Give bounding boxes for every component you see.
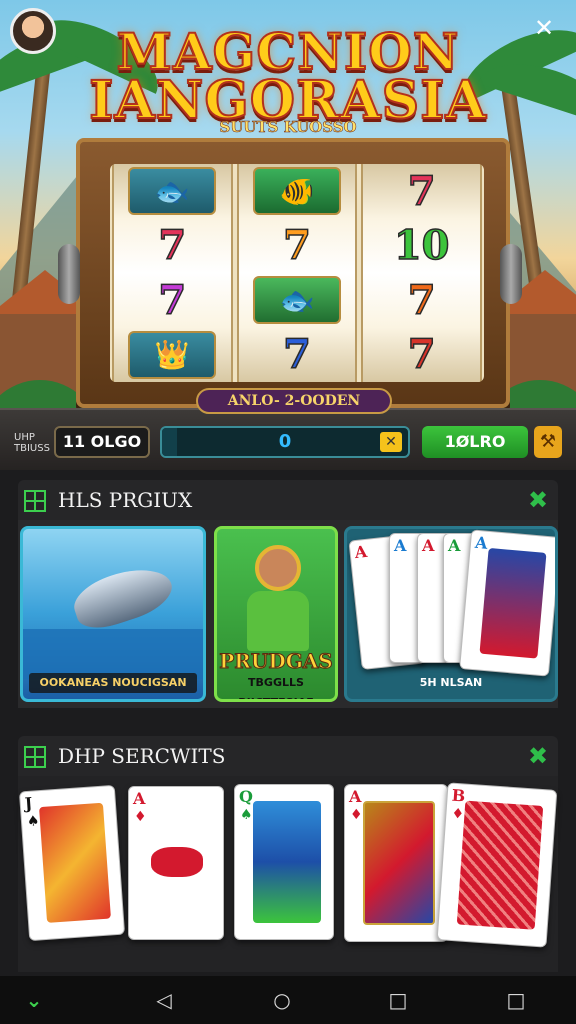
card-rank: J: [24, 793, 33, 814]
tools-icon[interactable]: ⚒: [534, 426, 562, 458]
game-card-farmer[interactable]: PRUDGAS TBGGLLS BIJCTTFSIAE: [214, 526, 338, 702]
win-banner: ANLO- 2-OODEN: [196, 388, 392, 414]
section-header: DHP SERCWITS ✖: [18, 736, 558, 776]
fish-illustration: [68, 558, 178, 636]
card-suit: ♠: [240, 807, 253, 823]
game-card-label: OOKANEAS NOUCIGSAN: [29, 673, 197, 693]
playing-card-ace-hearts[interactable]: A ♦: [344, 784, 448, 942]
card-rank: B: [451, 785, 466, 806]
chevron-down-icon[interactable]: ⌄: [22, 988, 46, 1012]
reel-3: 7 10 7 7: [361, 164, 483, 382]
section-popular: HLS PRGIUX ✖ OOKANEAS NOUCIGSAN PRUDGAS …: [0, 480, 576, 710]
character-illustration: [255, 545, 301, 591]
game-card-title: PRUDGAS: [219, 649, 334, 674]
seven-symbol: 7: [158, 222, 187, 271]
credit-display: 11 OLGO: [54, 426, 150, 458]
card-rank: A: [349, 787, 362, 806]
grid-icon: [24, 746, 46, 768]
progress-value: 0: [278, 431, 292, 452]
card-suit: ♠: [26, 813, 41, 831]
crown-symbol: 👑: [128, 330, 217, 379]
game-card-row: OOKANEAS NOUCIGSAN PRUDGAS TBGGLLS BIJCT…: [18, 520, 558, 708]
expand-icon[interactable]: ✖: [524, 742, 552, 770]
game-card-cards[interactable]: A A A A A 5H NLSAN: [344, 526, 558, 702]
section-header: HLS PRGIUX ✖: [18, 480, 558, 520]
bet-label: UHP TBIUSS: [14, 432, 50, 454]
machine-lever-right[interactable]: [500, 244, 522, 304]
clear-bet-icon[interactable]: ✕: [380, 432, 402, 452]
seven-symbol: 7: [282, 222, 311, 271]
app-screen: ✕ MAGCNION IANGORASIA SUUTS KUOSSO 🐟 7 7…: [0, 0, 576, 1024]
playing-card-ace-diamonds[interactable]: A ♦: [128, 786, 224, 940]
character-body: [247, 591, 309, 651]
card-art: [456, 800, 544, 930]
fish-symbol: 🐟: [253, 276, 341, 325]
ten-symbol: 10: [393, 222, 450, 271]
playing-card-queen[interactable]: Q ♠: [234, 784, 334, 940]
card-art: [39, 802, 111, 923]
card-row: J ♠ A ♦ Q ♠ A ♦ B ♦: [18, 776, 558, 972]
slot-machine: 🐟 7 7 👑 🐠 7 🐟 7 7 10 7 7: [76, 138, 510, 408]
card-rank: A: [133, 789, 146, 808]
bet-progress-bar[interactable]: 0 ✕: [160, 426, 410, 458]
section-services: DHP SERCWITS ✖ J ♠ A ♦ Q ♠ A ♦ B ♦: [0, 736, 576, 972]
fish-symbol: 🐠: [253, 167, 341, 216]
spin-button[interactable]: 1ØLRO: [422, 426, 528, 458]
seven-symbol: 7: [282, 331, 311, 380]
game-card-fishing[interactable]: OOKANEAS NOUCIGSAN: [20, 526, 206, 702]
grid-icon: [24, 490, 46, 512]
slot-hero-banner: ✕ MAGCNION IANGORASIA SUUTS KUOSSO 🐟 7 7…: [0, 0, 576, 470]
fish-symbol: 🐟: [128, 167, 217, 216]
card-art: [151, 847, 203, 877]
expand-icon[interactable]: ✖: [524, 486, 552, 514]
playing-card-jack[interactable]: J ♠: [18, 784, 126, 942]
square-icon[interactable]: □: [504, 988, 528, 1012]
section-title: HLS PRGIUX: [58, 488, 193, 512]
home-icon[interactable]: ○: [270, 988, 294, 1012]
playing-card: A: [459, 529, 555, 677]
seven-symbol: 7: [158, 276, 187, 325]
reel-1: 🐟 7 7 👑: [112, 164, 233, 382]
section-title: DHP SERCWITS: [58, 744, 226, 768]
card-art: [253, 801, 321, 923]
machine-lever-left: [58, 244, 80, 304]
seven-symbol: 7: [407, 167, 436, 216]
reel-2: 🐠 7 🐟 7: [236, 164, 358, 382]
card-art: [363, 801, 435, 925]
back-icon[interactable]: ◁: [152, 988, 176, 1012]
card-suit: ♦: [450, 805, 465, 823]
system-navbar: ⌄ ◁ ○ □ □: [0, 976, 576, 1024]
wave-illustration: [23, 629, 203, 679]
card-art: [479, 547, 547, 659]
game-card-label: TBGGLLS BIJCTTFSIAE: [238, 676, 313, 699]
slot-reels: 🐟 7 7 👑 🐠 7 🐟 7 7 10 7 7: [110, 164, 484, 382]
recents-icon[interactable]: □: [386, 988, 410, 1012]
card-suit: ♦: [134, 809, 147, 825]
playing-card-ornate[interactable]: B ♦: [436, 782, 558, 948]
card-rank: Q: [239, 787, 253, 806]
seven-symbol: 7: [407, 331, 436, 380]
card-suit: ♦: [350, 807, 363, 823]
game-subtitle: SUUTS KUOSSO: [219, 118, 357, 137]
seven-symbol: 7: [407, 276, 436, 325]
game-card-label: 5H NLSAN: [419, 676, 483, 689]
